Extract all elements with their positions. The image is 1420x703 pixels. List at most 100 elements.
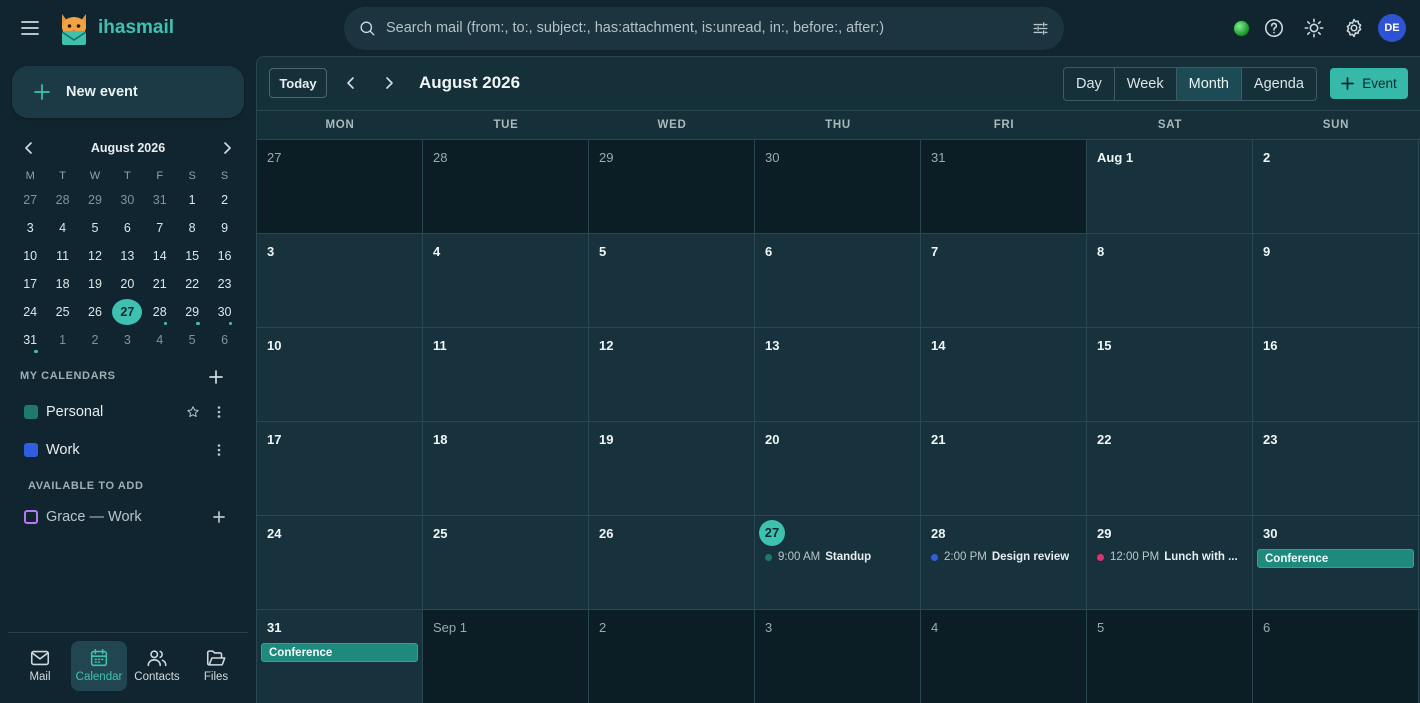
day-cell[interactable]: 10 — [257, 328, 423, 421]
mini-day[interactable]: 28 — [46, 186, 78, 214]
day-cell[interactable]: Sep 1 — [423, 610, 589, 703]
mini-day[interactable]: 1 — [176, 186, 208, 214]
mini-day[interactable]: 24 — [14, 298, 46, 326]
day-cell[interactable]: 24 — [257, 516, 423, 609]
more-vertical-icon[interactable] — [212, 443, 226, 457]
calendar-item-work[interactable]: Work — [12, 433, 244, 467]
day-cell[interactable]: 26 — [589, 516, 755, 609]
day-cell[interactable]: 8 — [1087, 234, 1253, 327]
day-cell[interactable]: 12 — [589, 328, 755, 421]
settings-gear-icon[interactable] — [1343, 17, 1365, 39]
calendar-item-personal[interactable]: Personal — [12, 395, 244, 429]
mini-day[interactable]: 2 — [208, 186, 240, 214]
day-cell[interactable]: 31 Conference — [257, 610, 423, 703]
search-options-icon[interactable] — [1031, 19, 1050, 38]
mini-day[interactable]: 1 — [46, 326, 78, 354]
mini-day[interactable]: 30 — [208, 298, 240, 326]
mini-day[interactable]: 11 — [46, 242, 78, 270]
mini-day[interactable]: 12 — [79, 242, 111, 270]
day-cell-today[interactable]: 27 9:00 AM Standup — [755, 516, 921, 609]
day-cell[interactable]: 31 — [921, 140, 1087, 233]
day-cell[interactable]: 28 2:00 PM Design review — [921, 516, 1087, 609]
day-cell[interactable]: 14 — [921, 328, 1087, 421]
mini-day[interactable]: 28 — [144, 298, 176, 326]
available-calendar-grace-work[interactable]: Grace — Work — [12, 500, 244, 534]
mini-day[interactable]: 6 — [208, 326, 240, 354]
all-day-event-bar[interactable]: Conference — [261, 643, 418, 662]
nav-mail[interactable]: Mail — [12, 641, 68, 691]
day-cell[interactable]: 22 — [1087, 422, 1253, 515]
day-cell[interactable]: 4 — [423, 234, 589, 327]
day-cell[interactable]: 11 — [423, 328, 589, 421]
mini-day[interactable]: 27 — [14, 186, 46, 214]
mini-day[interactable]: 8 — [176, 214, 208, 242]
mini-day[interactable]: 4 — [46, 214, 78, 242]
mini-day[interactable]: 7 — [144, 214, 176, 242]
mini-day[interactable]: 18 — [46, 270, 78, 298]
day-cell[interactable]: 2 — [589, 610, 755, 703]
theme-sun-icon[interactable] — [1303, 17, 1325, 39]
mini-day[interactable]: 23 — [208, 270, 240, 298]
add-calendar-plus-icon[interactable] — [209, 370, 223, 384]
day-cell[interactable]: 25 — [423, 516, 589, 609]
day-cell[interactable]: 19 — [589, 422, 755, 515]
next-month-icon[interactable] — [381, 75, 397, 91]
day-cell[interactable]: 3 — [755, 610, 921, 703]
today-button[interactable]: Today — [269, 68, 327, 98]
mini-day[interactable]: 26 — [79, 298, 111, 326]
day-cell[interactable]: 29 — [589, 140, 755, 233]
day-cell[interactable]: Aug 1 — [1087, 140, 1253, 233]
user-avatar[interactable]: DE — [1378, 14, 1406, 42]
mini-day[interactable]: 17 — [14, 270, 46, 298]
star-icon[interactable] — [186, 405, 200, 419]
mini-day[interactable]: 5 — [176, 326, 208, 354]
add-plus-icon[interactable] — [212, 510, 226, 524]
new-event-button[interactable]: New event — [12, 66, 244, 118]
view-month-button[interactable]: Month — [1176, 68, 1242, 100]
mini-day[interactable]: 20 — [111, 270, 143, 298]
calendar-color-swatch[interactable] — [24, 405, 38, 419]
mini-day[interactable]: 3 — [14, 214, 46, 242]
day-cell[interactable]: 6 — [1253, 610, 1419, 703]
mini-day[interactable]: 2 — [79, 326, 111, 354]
nav-files[interactable]: Files — [188, 641, 244, 691]
view-week-button[interactable]: Week — [1115, 68, 1177, 100]
day-cell[interactable]: 29 12:00 PM Lunch with ... — [1087, 516, 1253, 609]
mini-day[interactable]: 14 — [144, 242, 176, 270]
mini-day[interactable]: 19 — [79, 270, 111, 298]
nav-contacts[interactable]: Contacts — [129, 641, 185, 691]
mini-day[interactable]: 25 — [46, 298, 78, 326]
event-chip[interactable]: 12:00 PM Lunch with ... — [1097, 551, 1238, 563]
all-day-event-bar[interactable]: Conference — [1257, 549, 1414, 568]
mini-day[interactable]: 15 — [176, 242, 208, 270]
day-cell[interactable]: 28 — [423, 140, 589, 233]
day-cell[interactable]: 6 — [755, 234, 921, 327]
mini-day[interactable]: 13 — [111, 242, 143, 270]
day-cell[interactable]: 20 — [755, 422, 921, 515]
view-agenda-button[interactable]: Agenda — [1242, 68, 1316, 100]
add-event-button[interactable]: Event — [1330, 68, 1408, 99]
more-vertical-icon[interactable] — [212, 405, 226, 419]
day-cell[interactable]: 30 — [755, 140, 921, 233]
day-cell[interactable]: 17 — [257, 422, 423, 515]
prev-month-icon[interactable] — [343, 75, 359, 91]
event-chip[interactable]: 2:00 PM Design review — [931, 551, 1069, 563]
mini-next-month-icon[interactable] — [220, 141, 234, 155]
help-icon[interactable] — [1263, 17, 1285, 39]
mini-day[interactable]: 31 — [14, 326, 46, 354]
day-cell[interactable]: 5 — [1087, 610, 1253, 703]
day-cell[interactable]: 15 — [1087, 328, 1253, 421]
mini-day[interactable]: 6 — [111, 214, 143, 242]
day-cell[interactable]: 7 — [921, 234, 1087, 327]
day-cell[interactable]: 30 Conference — [1253, 516, 1419, 609]
mini-day-today[interactable]: 27 — [111, 298, 143, 326]
day-cell[interactable]: 23 — [1253, 422, 1419, 515]
day-cell[interactable]: 21 — [921, 422, 1087, 515]
day-cell[interactable]: 18 — [423, 422, 589, 515]
mini-day[interactable]: 31 — [144, 186, 176, 214]
mini-day[interactable]: 22 — [176, 270, 208, 298]
day-cell[interactable]: 13 — [755, 328, 921, 421]
mini-day[interactable]: 10 — [14, 242, 46, 270]
day-cell[interactable]: 9 — [1253, 234, 1419, 327]
search-bar[interactable]: Search mail (from:, to:, subject:, has:a… — [344, 7, 1064, 50]
